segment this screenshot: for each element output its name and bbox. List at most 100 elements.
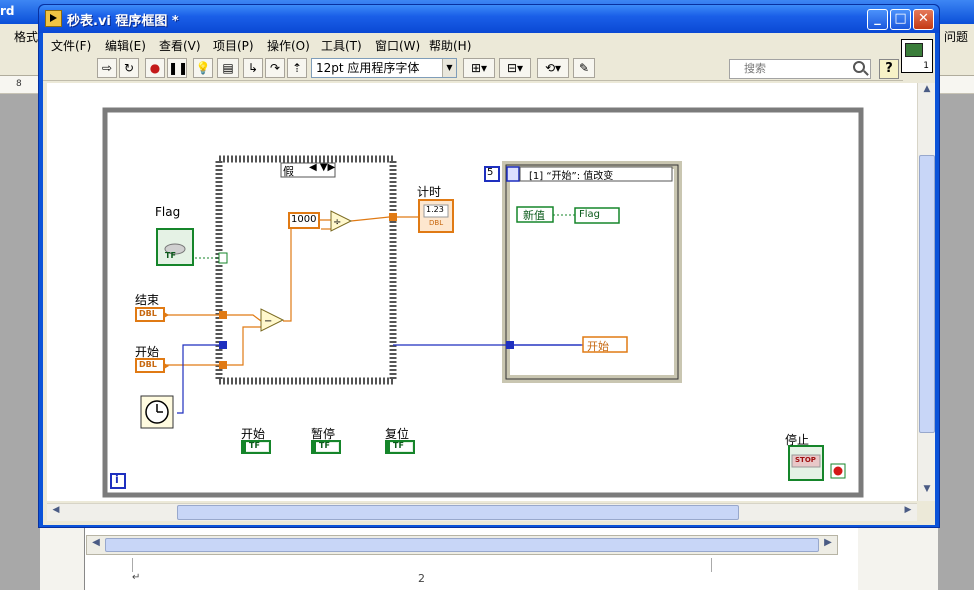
button-start-type: TF xyxy=(249,441,260,450)
end-label: 结束 xyxy=(135,293,160,307)
page-number: 2 xyxy=(418,572,425,585)
step-out-icon[interactable]: ⇡ xyxy=(287,58,307,78)
vi-icon-number: 1 xyxy=(923,61,929,71)
menu-window[interactable]: 窗口(W) xyxy=(375,37,420,54)
align-objects-icon[interactable]: ⊞▾ xyxy=(463,58,495,78)
end-type: DBL xyxy=(139,309,157,318)
stop-label: 停止 xyxy=(785,433,810,447)
pause-icon[interactable]: ❚❚ xyxy=(167,58,188,78)
menu-file[interactable]: 文件(F) xyxy=(51,37,91,54)
menu-view[interactable]: 查看(V) xyxy=(159,37,201,54)
tunnel-event xyxy=(506,341,514,349)
button-reset-terminal[interactable]: TF xyxy=(385,440,415,454)
block-diagram-canvas[interactable]: − ÷ 假 ◀ ▼▶ 1000 计时 1.23 DBL Flag TF 结束 D… xyxy=(47,83,917,501)
background-menu-format[interactable]: 格式 xyxy=(14,28,38,45)
case-chevron-icon[interactable]: ◀ ▼▶ xyxy=(309,162,335,173)
button-reset-type: TF xyxy=(393,441,404,450)
button-start-terminal[interactable]: TF xyxy=(241,440,271,454)
timer-indicator-label: 计时 xyxy=(417,185,442,199)
end-terminal[interactable]: DBL xyxy=(135,307,169,322)
run-continuously-icon[interactable]: ↻ xyxy=(119,58,139,78)
vertical-scroll-thumb[interactable] xyxy=(919,155,935,433)
distribute-objects-icon[interactable]: ⊟▾ xyxy=(499,58,531,78)
background-document-page xyxy=(84,520,858,590)
start-terminal[interactable]: DBL xyxy=(135,358,169,373)
menu-bar: 文件(F) 编辑(E) 查看(V) 项目(P) 操作(O) 工具(T) 窗口(W… xyxy=(43,33,935,55)
search-icon[interactable] xyxy=(853,61,865,73)
background-left-gutter xyxy=(0,94,40,590)
toolbar: ⇨ ↻ ● ❚❚ 💡 ▤ ↳ ↷ ⇡ 12pt 应用程序字体 ▼ ⊞▾ ⊟▾ ⟲… xyxy=(43,55,903,81)
search-input[interactable]: 搜索 xyxy=(729,59,871,79)
scroll-up-icon[interactable]: ▲ xyxy=(919,84,935,100)
menu-project[interactable]: 项目(P) xyxy=(213,37,254,54)
minimize-button[interactable]: _ xyxy=(867,9,888,30)
info-icon[interactable]: i xyxy=(115,473,119,486)
background-menu-question[interactable]: 问题 xyxy=(944,28,968,45)
vi-icon-screen xyxy=(905,43,923,57)
retain-wire-values-icon[interactable]: ▤ xyxy=(217,58,239,78)
start-type: DBL xyxy=(139,360,157,369)
vi-icon[interactable]: 1 xyxy=(901,39,933,73)
scroll-left-icon[interactable]: ◀ xyxy=(48,505,64,521)
stop-icon xyxy=(833,466,843,476)
menu-edit[interactable]: 编辑(E) xyxy=(105,37,146,54)
background-scroll-thumb[interactable] xyxy=(105,538,819,552)
page-margin-marks xyxy=(132,558,712,572)
start-local-label[interactable]: 开始 xyxy=(587,338,609,354)
window-titlebar[interactable]: 秒表.vi 程序框图 * _ □ ✕ xyxy=(39,5,939,33)
close-button[interactable]: ✕ xyxy=(913,9,934,30)
timer-indicator-type: DBL xyxy=(429,219,444,227)
flag-type: TF xyxy=(165,251,176,260)
horizontal-scrollbar[interactable]: ◀ ▶ xyxy=(47,503,917,521)
chevron-down-icon[interactable]: ▼ xyxy=(442,59,456,77)
menu-operate[interactable]: 操作(O) xyxy=(267,37,310,54)
event-count: 5 xyxy=(487,167,494,178)
scroll-right-icon[interactable]: ▶ xyxy=(900,505,916,521)
case-selector-value[interactable]: 假 xyxy=(283,163,294,179)
ruler-value: 8 xyxy=(16,79,22,89)
cleanup-diagram-icon[interactable]: ✎ xyxy=(573,58,595,78)
flag-local-label[interactable]: Flag xyxy=(579,209,600,220)
tunnel-start xyxy=(219,361,227,369)
reorder-icon[interactable]: ⟲▾ xyxy=(537,58,569,78)
svg-text:÷: ÷ xyxy=(333,217,341,228)
svg-text:−: − xyxy=(264,316,272,327)
case-structure-inner xyxy=(223,163,389,377)
event-timeout-terminal xyxy=(506,166,520,182)
scroll-left-icon[interactable]: ◀ xyxy=(88,537,104,553)
vi-run-icon xyxy=(45,10,62,27)
scroll-right-icon[interactable]: ▶ xyxy=(820,537,836,553)
font-dropdown[interactable]: 12pt 应用程序字体 ▼ xyxy=(311,58,457,78)
background-horizontal-scrollbar[interactable]: ◀ ▶ xyxy=(86,535,838,555)
block-diagram-window: 秒表.vi 程序框图 * _ □ ✕ 文件(F) 编辑(E) 查看(V) 项目(… xyxy=(38,4,940,528)
tunnel-out xyxy=(389,213,397,221)
abort-icon[interactable]: ● xyxy=(145,58,165,78)
window-client-area: 文件(F) 编辑(E) 查看(V) 项目(P) 操作(O) 工具(T) 窗口(W… xyxy=(43,33,935,525)
vertical-scrollbar[interactable]: ▲ ▼ xyxy=(917,83,935,501)
font-dropdown-value: 12pt 应用程序字体 xyxy=(316,61,420,75)
step-into-icon[interactable]: ↳ xyxy=(243,58,263,78)
window-title: 秒表.vi 程序框图 * xyxy=(67,14,179,29)
background-right-gutter xyxy=(938,94,974,590)
step-over-icon[interactable]: ↷ xyxy=(265,58,285,78)
constant-1000[interactable]: 1000 xyxy=(291,214,316,225)
menu-tools[interactable]: 工具(T) xyxy=(321,37,362,54)
highlight-execution-icon[interactable]: 💡 xyxy=(193,58,213,78)
background-title-fragment: rd xyxy=(0,4,15,18)
timer-indicator-value: 1.23 xyxy=(426,205,444,214)
run-arrow-icon[interactable]: ⇨ xyxy=(97,58,117,78)
button-pause-terminal[interactable]: TF xyxy=(311,440,341,454)
case-selector-terminal xyxy=(218,252,228,264)
paragraph-mark: ↵ xyxy=(132,572,141,583)
context-help-button[interactable]: ? xyxy=(879,59,899,79)
flag-label: Flag xyxy=(155,205,181,219)
tunnel-clock xyxy=(219,341,227,349)
event-case-label[interactable]: [1] “开始”: 值改变 xyxy=(529,167,613,182)
stop-button[interactable]: STOP xyxy=(795,456,816,464)
horizontal-scroll-thumb[interactable] xyxy=(177,505,739,520)
new-value-label: 新值 xyxy=(523,209,545,222)
scroll-down-icon[interactable]: ▼ xyxy=(919,484,935,500)
maximize-button[interactable]: □ xyxy=(890,9,911,30)
menu-help[interactable]: 帮助(H) xyxy=(429,37,471,54)
tunnel-end xyxy=(219,311,227,319)
